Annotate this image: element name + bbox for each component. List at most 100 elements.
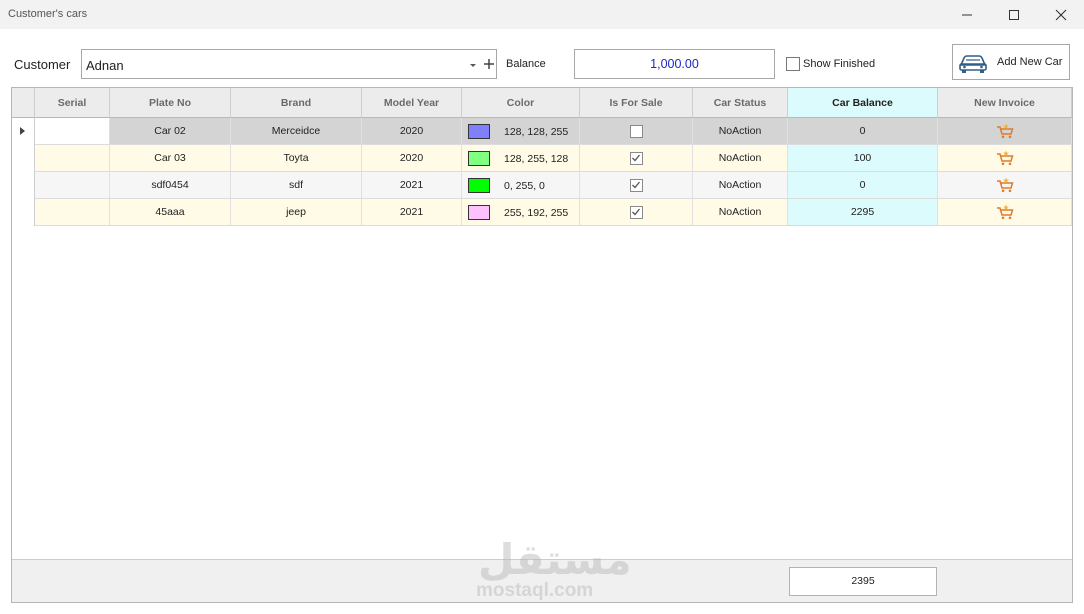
car-status-cell[interactable]: NoAction bbox=[693, 145, 788, 172]
brand-cell[interactable]: Toyta bbox=[231, 145, 362, 172]
color-value: 0, 255, 0 bbox=[504, 179, 545, 192]
column-header-brand[interactable]: Brand bbox=[231, 88, 362, 118]
model-year-cell[interactable]: 2021 bbox=[362, 199, 462, 226]
column-header-is-for-sale[interactable]: Is For Sale bbox=[580, 88, 693, 118]
car-balance-cell-text: 2295 bbox=[850, 206, 875, 218]
window-title: Customer's cars bbox=[8, 8, 88, 20]
is-for-sale-cell[interactable] bbox=[580, 199, 693, 226]
table-row[interactable]: 45aaa jeep 2021 255, 192, 255 NoAction 2295 bbox=[12, 199, 1072, 226]
maximize-button[interactable] bbox=[991, 0, 1037, 29]
add-new-car-button[interactable]: Add New Car bbox=[952, 44, 1070, 80]
serial-cell[interactable] bbox=[35, 145, 110, 172]
plate-no-cell[interactable]: 45aaa bbox=[110, 199, 231, 226]
check-icon bbox=[632, 154, 641, 162]
brand-cell[interactable]: jeep bbox=[231, 199, 362, 226]
model-year-cell[interactable]: 2020 bbox=[362, 118, 462, 145]
car-balance-cell[interactable]: 0 bbox=[788, 118, 938, 145]
column-header-model-year[interactable]: Model Year bbox=[362, 88, 462, 118]
customer-combobox[interactable]: Adnan bbox=[81, 49, 497, 79]
color-cell[interactable]: 0, 255, 0 bbox=[462, 172, 580, 199]
column-header-color[interactable]: Color bbox=[462, 88, 580, 118]
balance-field[interactable]: 1,000.00 bbox=[574, 49, 775, 79]
plate-no-cell[interactable]: Car 02 bbox=[110, 118, 231, 145]
car-status-cell-text: NoAction bbox=[718, 152, 762, 164]
brand-cell-text: Toyta bbox=[283, 152, 309, 164]
serial-cell[interactable] bbox=[35, 172, 110, 199]
is-for-sale-checkbox[interactable] bbox=[629, 178, 643, 192]
car-balance-cell[interactable]: 100 bbox=[788, 145, 938, 172]
car-status-cell[interactable]: NoAction bbox=[693, 199, 788, 226]
model-year-cell-text: 2021 bbox=[399, 179, 424, 191]
is-for-sale-checkbox[interactable] bbox=[629, 124, 643, 138]
header-corner bbox=[12, 88, 35, 118]
plate-no-cell[interactable]: sdf0454 bbox=[110, 172, 231, 199]
balance-label: Balance bbox=[506, 58, 546, 70]
brand-cell[interactable]: sdf bbox=[231, 172, 362, 199]
column-header-serial[interactable]: Serial bbox=[35, 88, 110, 118]
chevron-down-icon[interactable] bbox=[468, 60, 478, 70]
new-invoice-cell[interactable] bbox=[938, 145, 1072, 172]
color-swatch bbox=[468, 151, 490, 166]
cart-add-icon[interactable] bbox=[996, 150, 1014, 166]
row-header[interactable] bbox=[12, 145, 35, 172]
car-status-cell[interactable]: NoAction bbox=[693, 172, 788, 199]
is-for-sale-cell[interactable] bbox=[580, 118, 693, 145]
column-header-car-balance[interactable]: Car Balance bbox=[788, 88, 938, 118]
plus-icon[interactable] bbox=[483, 58, 495, 70]
is-for-sale-checkbox[interactable] bbox=[629, 151, 643, 165]
column-header-plate-no[interactable]: Plate No bbox=[110, 88, 231, 118]
color-value: 128, 255, 128 bbox=[504, 152, 569, 165]
minimize-button[interactable] bbox=[944, 0, 990, 29]
total-balance: 2395 bbox=[789, 567, 937, 596]
car-icon bbox=[959, 55, 987, 73]
cart-add-icon[interactable] bbox=[996, 177, 1014, 193]
close-icon bbox=[1055, 9, 1067, 20]
new-invoice-cell[interactable] bbox=[938, 172, 1072, 199]
car-balance-cell-text: 0 bbox=[859, 179, 866, 191]
model-year-cell[interactable]: 2021 bbox=[362, 172, 462, 199]
minimize-icon bbox=[962, 14, 972, 15]
cars-grid[interactable]: Serial Plate No Brand Model Year Color I… bbox=[11, 87, 1073, 603]
color-cell[interactable]: 255, 192, 255 bbox=[462, 199, 580, 226]
color-swatch bbox=[468, 178, 490, 193]
show-finished-label[interactable]: Show Finished bbox=[803, 58, 875, 70]
serial-cell[interactable] bbox=[35, 118, 110, 145]
serial-cell[interactable] bbox=[35, 199, 110, 226]
car-status-cell[interactable]: NoAction bbox=[693, 118, 788, 145]
brand-cell[interactable]: Merceidce bbox=[231, 118, 362, 145]
column-header-new-invoice[interactable]: New Invoice bbox=[938, 88, 1072, 118]
table-row[interactable]: Car 02 Merceidce 2020 128, 128, 255 NoAction… bbox=[12, 118, 1072, 145]
is-for-sale-cell[interactable] bbox=[580, 145, 693, 172]
customer-label: Customer bbox=[14, 57, 71, 72]
is-for-sale-checkbox[interactable] bbox=[629, 205, 643, 219]
cart-add-icon[interactable] bbox=[996, 204, 1014, 220]
car-balance-cell-text: 100 bbox=[853, 152, 872, 164]
table-row[interactable]: sdf0454 sdf 2021 0, 255, 0 NoAction 0 bbox=[12, 172, 1072, 199]
current-row-arrow-icon bbox=[20, 127, 25, 135]
model-year-cell-text: 2020 bbox=[399, 125, 424, 137]
new-invoice-cell[interactable] bbox=[938, 199, 1072, 226]
table-row[interactable]: Car 03 Toyta 2020 128, 255, 128 NoAction 100 bbox=[12, 145, 1072, 172]
car-balance-cell[interactable]: 2295 bbox=[788, 199, 938, 226]
brand-cell-text: jeep bbox=[286, 206, 306, 218]
column-header-car-status[interactable]: Car Status bbox=[693, 88, 788, 118]
model-year-cell[interactable]: 2020 bbox=[362, 145, 462, 172]
car-balance-cell-text: 0 bbox=[859, 125, 866, 137]
color-cell[interactable]: 128, 255, 128 bbox=[462, 145, 580, 172]
is-for-sale-cell[interactable] bbox=[580, 172, 693, 199]
color-cell[interactable]: 128, 128, 255 bbox=[462, 118, 580, 145]
plate-no-cell-text: Car 03 bbox=[154, 152, 186, 164]
new-invoice-cell[interactable] bbox=[938, 118, 1072, 145]
cart-add-icon[interactable] bbox=[996, 123, 1014, 139]
show-finished-checkbox[interactable] bbox=[786, 57, 800, 71]
close-button[interactable] bbox=[1038, 0, 1084, 29]
car-balance-cell[interactable]: 0 bbox=[788, 172, 938, 199]
row-header[interactable] bbox=[12, 118, 35, 145]
plate-no-cell[interactable]: Car 03 bbox=[110, 145, 231, 172]
maximize-icon bbox=[1009, 9, 1019, 20]
watermark-arabic: مستقل bbox=[478, 535, 632, 584]
row-header[interactable] bbox=[12, 172, 35, 199]
row-header[interactable] bbox=[12, 199, 35, 226]
customer-value: Adnan bbox=[86, 58, 124, 73]
brand-cell-text: sdf bbox=[288, 179, 303, 191]
